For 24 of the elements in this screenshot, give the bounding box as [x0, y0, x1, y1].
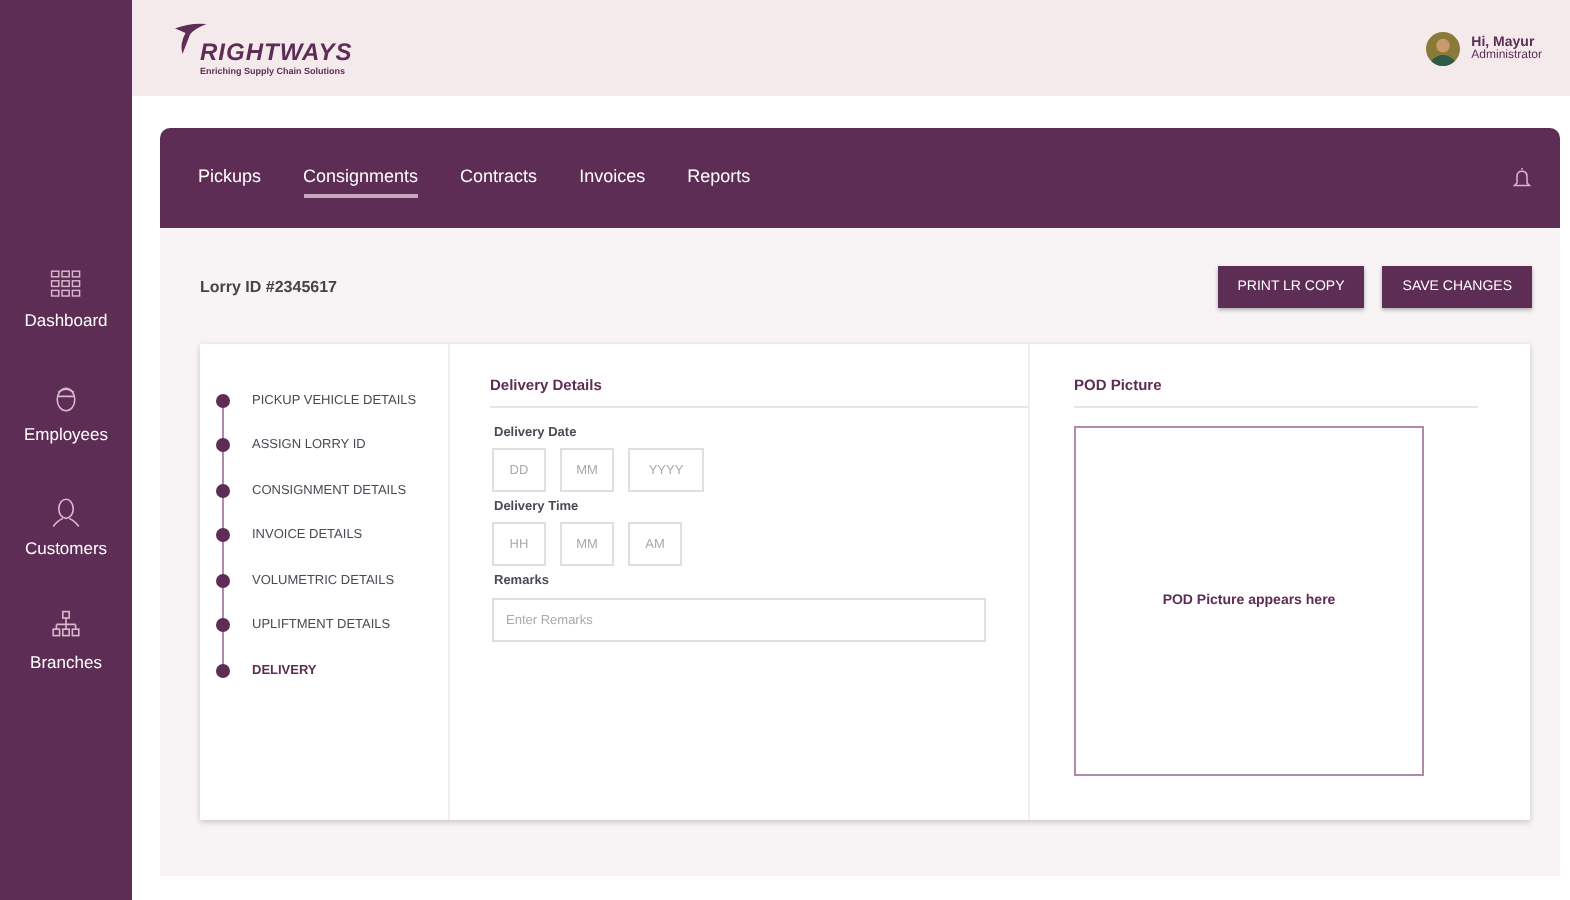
- nav-tab[interactable]: Invoices: [579, 158, 646, 198]
- step-dot: [216, 573, 230, 588]
- lorry-id: Lorry ID #2345617: [200, 277, 337, 295]
- logo-name: RIGHTWAYS: [200, 37, 353, 65]
- sidebar-item[interactable]: Dashboard: [24, 268, 108, 330]
- hierarchy-icon: [49, 610, 82, 642]
- bell-icon[interactable]: [1512, 166, 1532, 190]
- grid-icon: [50, 268, 82, 300]
- nav-tab[interactable]: Reports: [687, 158, 751, 198]
- step-dot: [216, 438, 230, 453]
- employee-icon: [50, 382, 82, 414]
- avatar-icon: [1425, 31, 1460, 65]
- sidebar-item[interactable]: Branches: [30, 610, 102, 672]
- step-dot: [216, 618, 230, 633]
- nav-tab[interactable]: Contracts: [460, 158, 538, 198]
- nav-tab[interactable]: Consignments: [303, 158, 419, 198]
- step-dot: [216, 483, 230, 498]
- step-dot: [216, 393, 230, 408]
- sidebar-item[interactable]: Customers: [24, 496, 108, 558]
- nav-tab[interactable]: Pickups: [198, 158, 262, 198]
- sidebar-item[interactable]: Employees: [23, 382, 109, 444]
- step-dot: [216, 528, 230, 543]
- step-dot: [216, 663, 230, 678]
- person-icon: [50, 496, 82, 528]
